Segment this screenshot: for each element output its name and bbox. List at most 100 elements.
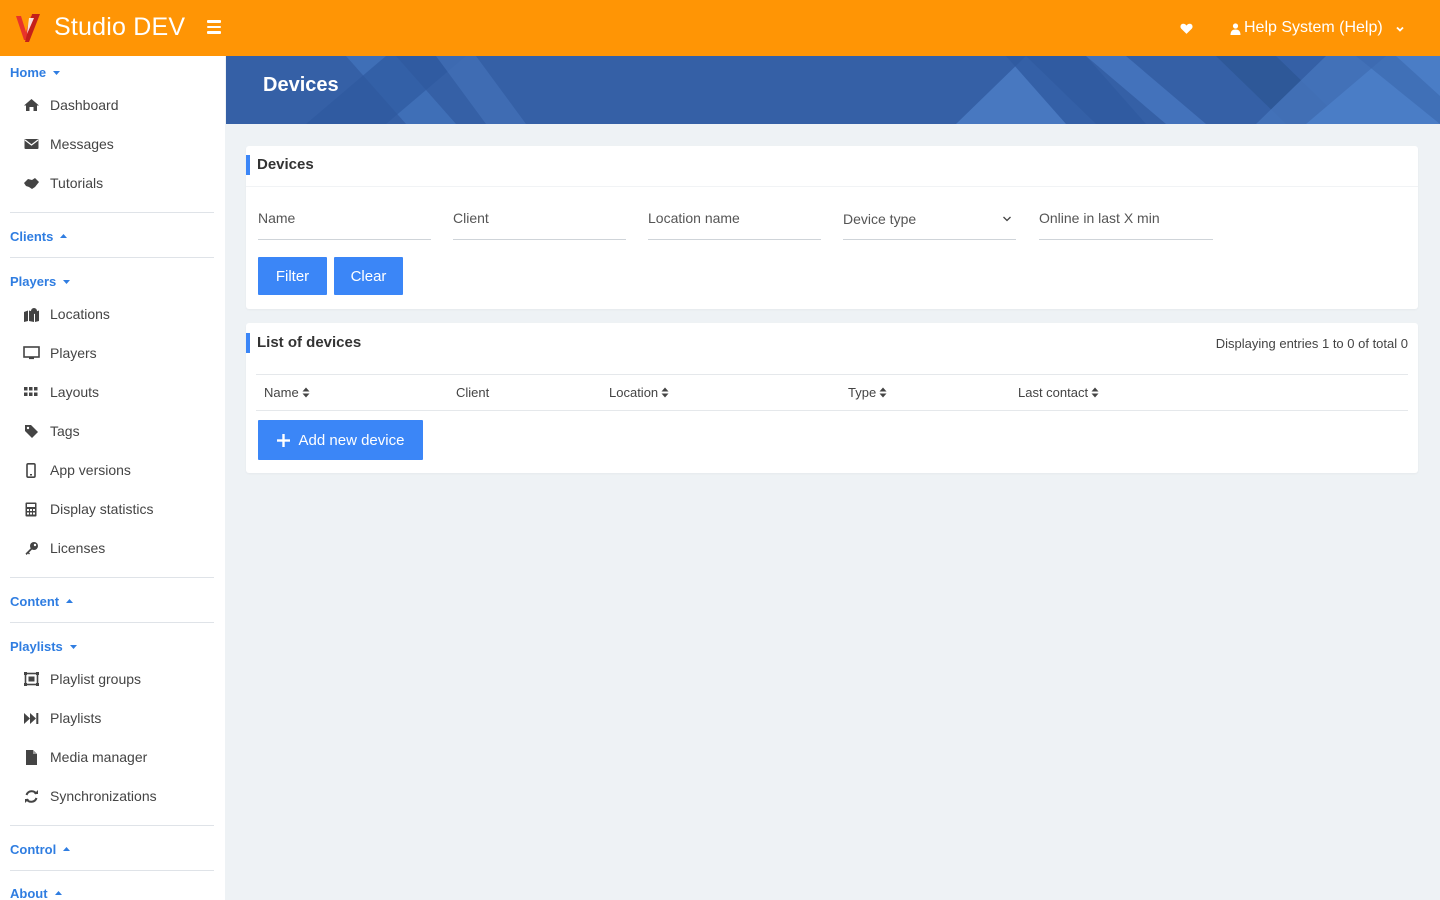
sidebar-item-locations[interactable]: Locations — [22, 303, 110, 325]
sidebar-item-tags[interactable]: Tags — [22, 420, 80, 442]
sidebar-section-content[interactable]: Content — [10, 594, 74, 609]
plus-icon — [276, 433, 290, 447]
section-label: Control — [10, 842, 57, 857]
section-label: About — [10, 886, 48, 900]
map-marker-icon — [22, 306, 40, 322]
sidebar-item-label: Messages — [50, 136, 114, 152]
column-header-client: Client — [456, 385, 489, 400]
sidebar-item-tutorials[interactable]: Tutorials — [22, 172, 103, 194]
devices-list-title: List of devices — [246, 333, 361, 353]
column-label: Location — [609, 385, 659, 400]
grid-icon — [22, 384, 40, 400]
sidebar-divider — [10, 622, 214, 623]
sidebar-item-synchronizations[interactable]: Synchronizations — [22, 785, 157, 807]
sidebar-item-media-manager[interactable]: Media manager — [22, 746, 147, 768]
caret-up-icon — [54, 891, 62, 895]
tag-icon — [22, 423, 40, 439]
sidebar-section-clients[interactable]: Clients — [10, 229, 68, 244]
sidebar-section-players[interactable]: Players — [10, 274, 71, 289]
table-divider — [256, 410, 1408, 411]
column-label: Last contact — [1018, 385, 1089, 400]
sidebar-item-label: Dashboard — [50, 97, 119, 113]
mobile-icon — [22, 462, 40, 478]
monitor-icon — [22, 345, 40, 361]
column-label: Name — [264, 385, 299, 400]
sidebar-item-layouts[interactable]: Layouts — [22, 381, 99, 403]
banner-pattern — [306, 56, 1440, 124]
caret-up-icon — [60, 234, 68, 238]
top-bar: Studio DEV Help System (Help) — [0, 0, 1440, 56]
sidebar-section-control[interactable]: Control — [10, 842, 71, 857]
sort-icon — [879, 387, 887, 398]
sidebar-item-messages[interactable]: Messages — [22, 133, 114, 155]
name-input[interactable] — [258, 208, 431, 226]
page-banner: Devices — [226, 56, 1440, 124]
location-field[interactable] — [648, 208, 821, 240]
sidebar-section-home[interactable]: Home — [10, 65, 61, 80]
sort-icon — [661, 387, 669, 398]
sidebar-item-players[interactable]: Players — [22, 342, 97, 364]
section-label: Playlists — [10, 639, 63, 654]
name-field[interactable] — [258, 208, 431, 240]
filter-card-title: Devices — [246, 155, 314, 175]
sidebar-divider — [10, 870, 214, 871]
fast-forward-icon — [22, 710, 40, 726]
table-divider — [256, 374, 1408, 375]
sidebar-item-licenses[interactable]: Licenses — [22, 537, 105, 559]
column-header-name[interactable]: Name — [264, 385, 310, 400]
app-logo[interactable] — [14, 12, 42, 44]
caret-up-icon — [63, 847, 71, 851]
section-label: Clients — [10, 229, 54, 244]
add-new-device-label: Add new device — [298, 431, 405, 449]
menu-toggle-icon[interactable] — [207, 20, 221, 34]
sidebar-item-playlist-groups[interactable]: Playlist groups — [22, 668, 141, 690]
heart-icon[interactable] — [1180, 22, 1193, 35]
sidebar-item-label: Playlists — [50, 710, 102, 726]
app-title: Studio DEV — [54, 13, 186, 41]
filter-card: Devices Device type Filter Clear — [246, 146, 1418, 309]
sidebar-item-dashboard[interactable]: Dashboard — [22, 94, 119, 116]
card-divider — [246, 186, 1418, 187]
online-field[interactable] — [1039, 208, 1213, 240]
sort-icon — [302, 387, 310, 398]
sidebar-item-label: Display statistics — [50, 501, 154, 517]
sidebar-item-label: Tags — [50, 423, 80, 439]
sidebar-item-display-statistics[interactable]: Display statistics — [22, 498, 153, 520]
device-type-label: Device type — [843, 211, 917, 227]
sidebar-item-playlists[interactable]: Playlists — [22, 707, 101, 729]
sidebar-divider — [10, 257, 214, 258]
envelope-icon — [22, 136, 40, 152]
chevron-down-icon — [1003, 216, 1011, 222]
clear-button[interactable]: Clear — [334, 257, 403, 295]
caret-down-icon — [63, 280, 71, 284]
device-type-select[interactable]: Device type — [843, 208, 1016, 240]
page-title: Devices — [263, 74, 339, 96]
client-input[interactable] — [453, 208, 626, 226]
sidebar-item-label: App versions — [50, 462, 131, 478]
key-icon — [22, 540, 40, 556]
column-header-type[interactable]: Type — [848, 385, 887, 400]
object-group-icon — [22, 671, 40, 687]
column-header-location[interactable]: Location — [609, 385, 669, 400]
section-label: Players — [10, 274, 57, 289]
sidebar-item-app-versions[interactable]: App versions — [22, 459, 131, 481]
location-name-input[interactable] — [648, 208, 821, 226]
sidebar-section-about[interactable]: About — [10, 886, 63, 900]
online-minutes-input[interactable] — [1039, 208, 1213, 226]
column-header-last-contact[interactable]: Last contact — [1018, 385, 1099, 400]
add-new-device-button[interactable]: Add new device — [258, 420, 423, 460]
sort-icon — [1091, 387, 1099, 398]
handshake-icon — [22, 175, 40, 191]
sidebar-divider — [10, 577, 214, 578]
sidebar-divider — [10, 825, 214, 826]
user-menu[interactable]: Help System (Help) — [1230, 17, 1405, 39]
caret-down-icon — [69, 645, 77, 649]
caret-up-icon — [66, 599, 74, 603]
sidebar-divider — [10, 212, 214, 213]
sidebar-item-label: Media manager — [50, 749, 148, 765]
filter-button[interactable]: Filter — [258, 257, 327, 295]
sidebar-item-label: Tutorials — [50, 175, 104, 191]
column-label: Client — [456, 385, 490, 400]
sidebar-section-playlists[interactable]: Playlists — [10, 639, 78, 654]
client-field[interactable] — [453, 208, 626, 240]
